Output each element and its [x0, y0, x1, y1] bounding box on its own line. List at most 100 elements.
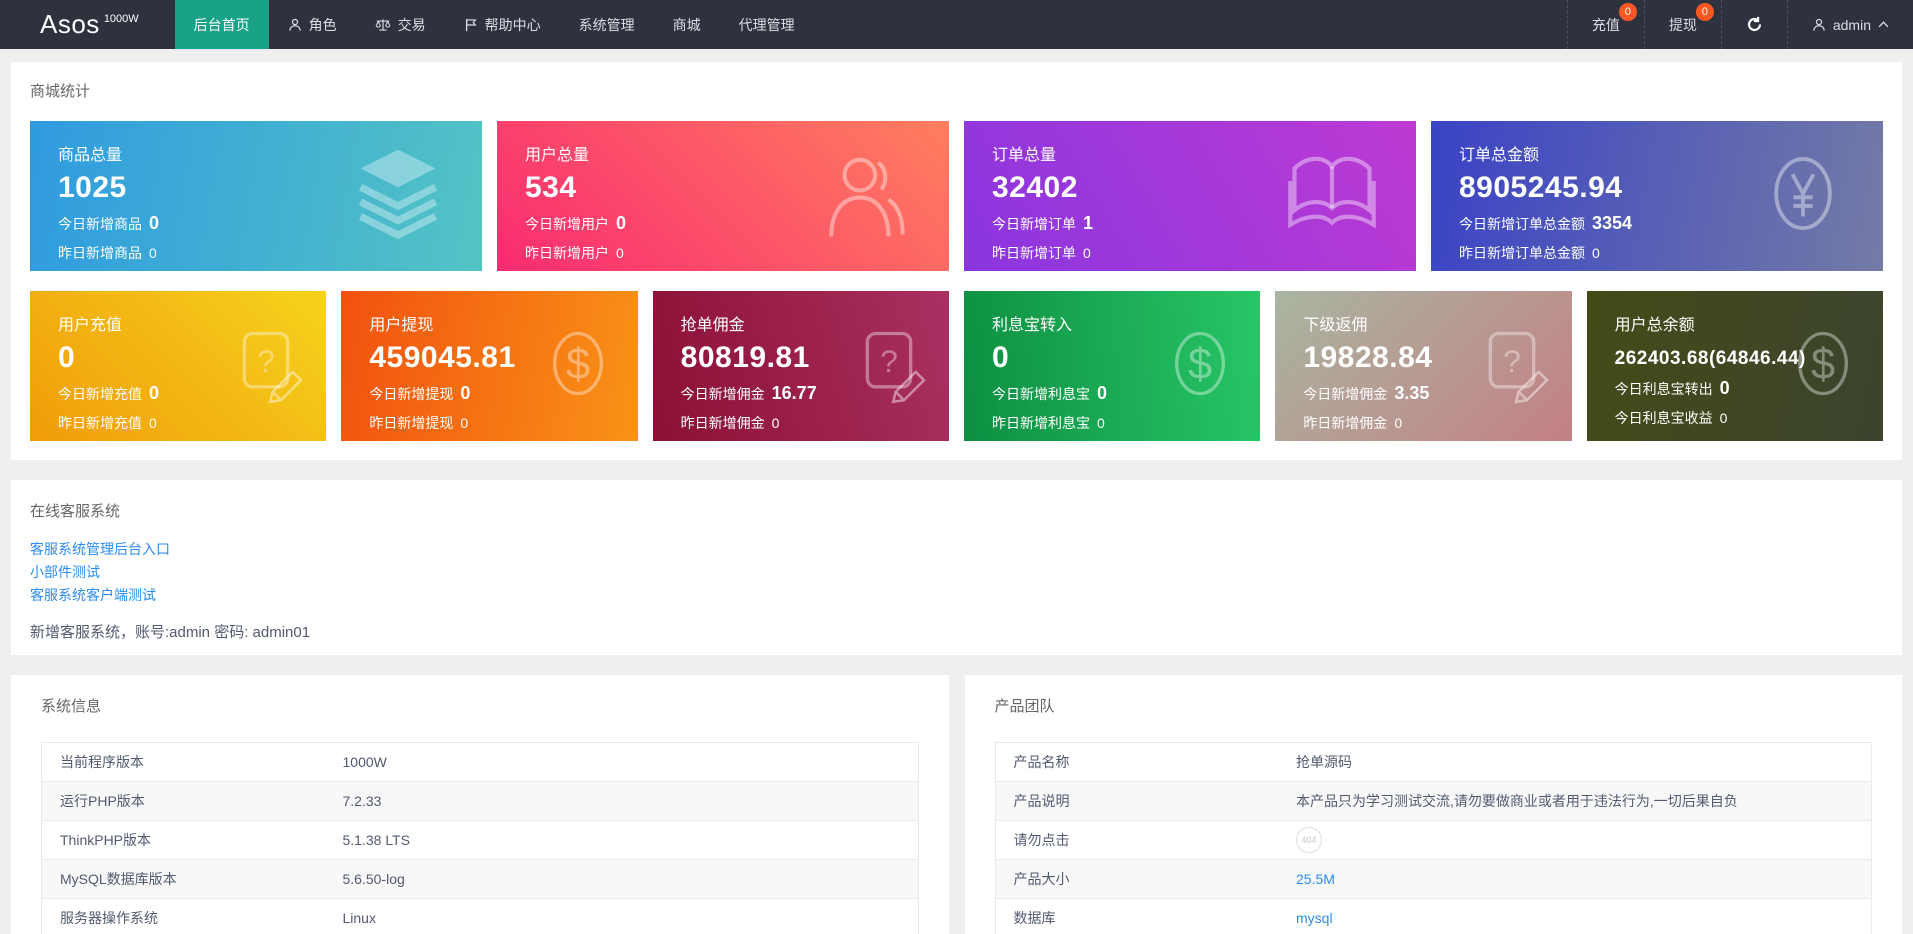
- menu-item-help-center[interactable]: 帮助中心: [445, 0, 560, 49]
- refresh-icon: [1746, 16, 1763, 33]
- brand-name: Asos: [40, 9, 100, 40]
- stat-line1-label: 今日利息宝转出: [1615, 381, 1713, 397]
- row-label: 服务器操作系统: [42, 899, 325, 934]
- stat-line2-label: 昨日新增充值: [58, 415, 142, 431]
- table-row: 产品大小 25.5M: [995, 860, 1872, 899]
- stat-line2-label: 昨日新增用户: [525, 245, 609, 261]
- stat-line1-label: 今日新增商品: [58, 216, 142, 232]
- stat-title: 用户充值: [58, 311, 326, 335]
- row-value: 本产品只为学习测试交流,请勿要做商业或者用于违法行为,一切后果自负: [1278, 782, 1872, 821]
- stat-card-user-withdraw: 用户提现 459045.81 今日新增提现0 昨日新增提现0 $: [341, 291, 637, 441]
- row-label: 产品名称: [995, 743, 1278, 782]
- big-cards-row: 商品总量 1025 今日新增商品0 昨日新增商品0 用户总量 534 今日新增用…: [30, 121, 1883, 271]
- table-row: 产品名称 抢单源码: [995, 743, 1872, 782]
- menu-item-agent[interactable]: 代理管理: [720, 0, 814, 49]
- row-label: 请勿点击: [995, 821, 1278, 860]
- stat-card-user-total-balance: 用户总余额 262403.68(64846.44) 今日利息宝转出0 今日利息宝…: [1587, 291, 1883, 441]
- withdraw-badge: 0: [1696, 3, 1714, 21]
- stat-line1-value: 16.77: [772, 383, 817, 403]
- row-label: MySQL数据库版本: [42, 860, 325, 899]
- stat-card-user-recharge: 用户充值 0 今日新增充值0 昨日新增充值0 ?: [30, 291, 326, 441]
- stat-line1-label: 今日新增订单总金额: [1459, 216, 1585, 232]
- stat-line2-value: 0: [1720, 410, 1728, 426]
- top-navbar: Asos 1000W 后台首页 角色 交易 帮助中心 系统管理: [0, 0, 1913, 49]
- chevron-up-icon: [1878, 21, 1889, 28]
- menu-item-mall[interactable]: 商城: [654, 0, 720, 49]
- withdraw-button[interactable]: 提现 0: [1644, 0, 1721, 49]
- stat-line2-value: 0: [616, 245, 624, 261]
- menu-item-home[interactable]: 后台首页: [175, 0, 269, 49]
- navbar-right: 充值 0 提现 0 admin: [1567, 0, 1913, 49]
- row-label: 当前程序版本: [42, 743, 325, 782]
- row-value: 5.1.38 LTS: [325, 821, 919, 860]
- stat-line1-value: 0: [149, 383, 159, 403]
- service-account-note: 新增客服系统，账号:admin 密码: admin01: [30, 621, 1883, 642]
- stat-value: 0: [992, 341, 1260, 375]
- stat-card-users-total: 用户总量 534 今日新增用户0 昨日新增用户0: [497, 121, 949, 271]
- stat-line2-label: 昨日新增商品: [58, 245, 142, 261]
- stat-line1-label: 今日新增用户: [525, 216, 609, 232]
- main-menu: 后台首页 角色 交易 帮助中心 系统管理 商城 代理管理: [175, 0, 814, 49]
- row-label: 数据库: [995, 899, 1278, 934]
- stat-line2-label: 昨日新增佣金: [1303, 415, 1387, 431]
- stat-line1-label: 今日新增订单: [992, 216, 1076, 232]
- stat-line2-value: 0: [1394, 415, 1402, 431]
- stat-line1-value: 3.35: [1394, 383, 1429, 403]
- stat-line2-label: 昨日新增利息宝: [992, 415, 1090, 431]
- panel-title-online-service: 在线客服系统: [30, 500, 1883, 521]
- stat-title: 抢单佣金: [681, 311, 949, 335]
- stat-line1-label: 今日新增利息宝: [992, 386, 1090, 402]
- recharge-badge: 0: [1619, 3, 1637, 21]
- stat-title: 用户总量: [525, 141, 949, 165]
- widget-test-link[interactable]: 小部件测试: [30, 561, 1883, 584]
- row-value: 7.2.33: [325, 782, 919, 821]
- product-team-panel: 产品团队 产品名称 抢单源码 产品说明 本产品只为学习测试交流,请勿要做商业或者…: [965, 675, 1903, 934]
- scales-icon: [375, 18, 391, 32]
- stat-line2-label: 昨日新增佣金: [681, 415, 765, 431]
- menu-item-trade[interactable]: 交易: [356, 0, 445, 49]
- flag-icon: [464, 18, 478, 32]
- row-value: 5.6.50-log: [325, 860, 919, 899]
- stat-line2-label: 昨日新增提现: [369, 415, 453, 431]
- stat-line1-value: 0: [460, 383, 470, 403]
- person-icon: [288, 18, 302, 32]
- stat-value: 80819.81: [681, 341, 949, 375]
- table-row: 运行PHP版本 7.2.33: [42, 782, 919, 821]
- stat-title: 订单总金额: [1459, 141, 1883, 165]
- row-value: 抢单源码: [1278, 743, 1872, 782]
- row-label: ThinkPHP版本: [42, 821, 325, 860]
- table-row: ThinkPHP版本 5.1.38 LTS: [42, 821, 919, 860]
- stat-value: 19828.84: [1303, 341, 1571, 375]
- online-service-panel: 在线客服系统 客服系统管理后台入口 小部件测试 客服系统客户端测试 新增客服系统…: [11, 480, 1902, 655]
- database-link[interactable]: mysql: [1296, 910, 1333, 926]
- stat-card-orders-total: 订单总量 32402 今日新增订单1 昨日新增订单0: [964, 121, 1416, 271]
- stat-value: 32402: [992, 171, 1416, 205]
- recharge-button[interactable]: 充值 0: [1567, 0, 1644, 49]
- panel-title-system-info: 系统信息: [41, 695, 919, 716]
- brand-logo[interactable]: Asos 1000W: [0, 0, 175, 49]
- product-size-link[interactable]: 25.5M: [1296, 871, 1335, 887]
- refresh-button[interactable]: [1721, 0, 1787, 49]
- broken-image-404-badge[interactable]: 404: [1296, 827, 1322, 853]
- stat-value: 0: [58, 341, 326, 375]
- user-menu[interactable]: admin: [1787, 0, 1913, 49]
- menu-item-roles[interactable]: 角色: [269, 0, 356, 49]
- stat-card-order-commission: 抢单佣金 80819.81 今日新增佣金16.77 昨日新增佣金0 ?: [653, 291, 949, 441]
- service-client-test-link[interactable]: 客服系统客户端测试: [30, 584, 1883, 607]
- table-row: 产品说明 本产品只为学习测试交流,请勿要做商业或者用于违法行为,一切后果自负: [995, 782, 1872, 821]
- stat-title: 商品总量: [58, 141, 482, 165]
- stat-card-interest-transfer-in: 利息宝转入 0 今日新增利息宝0 昨日新增利息宝0 $: [964, 291, 1260, 441]
- stat-line1-value: 3354: [1592, 213, 1632, 233]
- stat-card-order-amount-total: 订单总金额 8905245.94 今日新增订单总金额3354 昨日新增订单总金额…: [1431, 121, 1883, 271]
- stat-title: 订单总量: [992, 141, 1416, 165]
- stat-line2-value: 0: [1592, 245, 1600, 261]
- stat-line1-label: 今日新增佣金: [1303, 386, 1387, 402]
- stat-value: 1025: [58, 171, 482, 205]
- stat-line2-value: 0: [1083, 245, 1091, 261]
- stat-line2-value: 0: [149, 245, 157, 261]
- stat-line2-label: 昨日新增订单总金额: [1459, 245, 1585, 261]
- table-row: 服务器操作系统 Linux: [42, 899, 919, 934]
- table-row: 当前程序版本 1000W: [42, 743, 919, 782]
- service-admin-entry-link[interactable]: 客服系统管理后台入口: [30, 538, 1883, 561]
- menu-item-system[interactable]: 系统管理: [560, 0, 654, 49]
